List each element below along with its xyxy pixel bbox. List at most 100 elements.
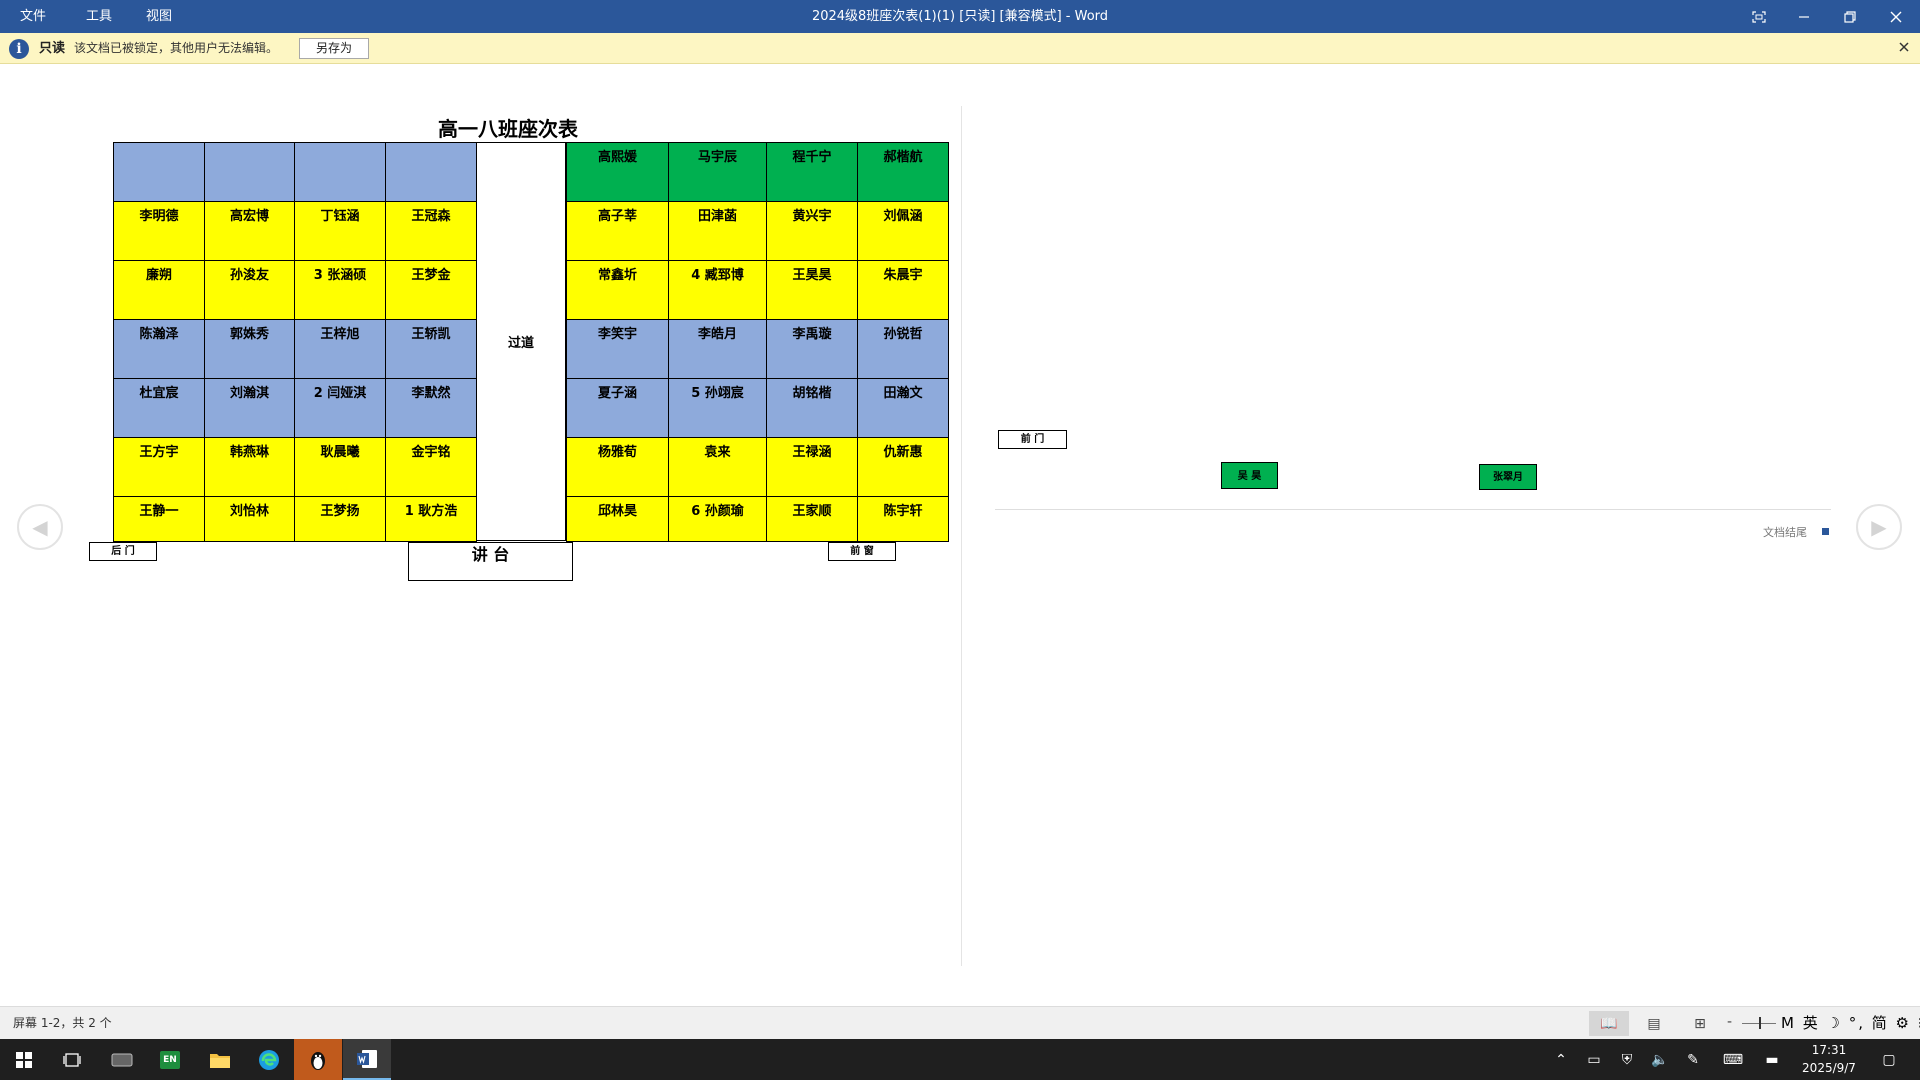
qq-button[interactable] [294, 1039, 342, 1080]
close-infobar-button[interactable] [1894, 33, 1914, 64]
fit-screen-icon [1752, 10, 1766, 23]
seat-cell: 刘怡林 [204, 496, 295, 542]
menu-tools[interactable]: 工具 [86, 0, 112, 33]
seat-cell: 1 耿方浩 [385, 496, 477, 542]
end-of-document-marker [1822, 528, 1829, 535]
ime-toolbar[interactable]: M 英 ☽ °, 简 ⚙ ⁝ [1781, 1007, 1920, 1040]
windows-icon [16, 1051, 32, 1068]
fit-screen-button[interactable] [1736, 0, 1782, 33]
seat-cell: 黄兴宇 [766, 201, 858, 261]
seat-cell: 王方宇 [113, 437, 205, 497]
web-layout-button[interactable]: ⊞ [1680, 1011, 1720, 1036]
read-mode-button[interactable]: 📖 [1589, 1011, 1629, 1036]
green-seat-label: 张翠月 [1479, 464, 1537, 490]
status-bar: 屏幕 1-2，共 2 个 📖 ▤ ⊞ - M 英 ☽ °, 简 ⚙ ⁝ [0, 1006, 1920, 1039]
book-icon: 📖 [1600, 1015, 1618, 1032]
seat-cell: 郝楷航 [857, 142, 949, 202]
speaker-icon: 🔈 [1651, 1051, 1669, 1068]
close-icon [1899, 42, 1909, 52]
word-icon [357, 1049, 377, 1068]
seat-cell: 王冠森 [385, 201, 477, 261]
seat-cell: 郭姝秀 [204, 319, 295, 379]
seat-cell: 王梓旭 [294, 319, 386, 379]
seat-cell: 6 孙颜瑜 [668, 496, 767, 542]
tray-icon[interactable]: ▬ [1757, 1039, 1787, 1080]
taskbar-app-button[interactable]: EN [146, 1039, 194, 1080]
edge-icon [259, 1049, 279, 1070]
front-window-label: 前 窗 [828, 542, 896, 561]
readonly-label: 只读 [39, 41, 66, 56]
seat-cell: 李皓月 [668, 319, 767, 379]
minimize-icon [1799, 15, 1809, 18]
seat-cell [294, 142, 386, 202]
tray-icon[interactable]: ⛨ [1612, 1039, 1642, 1080]
word-window: 文件 工具 视图 2024级8班座次表(1)(1) [只读] [兼容模式] - … [0, 0, 1920, 1080]
seat-cell: 杨雅荀 [566, 437, 669, 497]
close-button[interactable] [1873, 0, 1919, 33]
task-view-button[interactable] [48, 1039, 96, 1080]
seat-cell: 丁钰涵 [294, 201, 386, 261]
seat-cell: 袁来 [668, 437, 767, 497]
seat-cell: 王禄涵 [766, 437, 858, 497]
word-taskbar-button[interactable] [343, 1039, 391, 1080]
show-hidden-icons-button[interactable]: ⌃ [1546, 1039, 1576, 1080]
next-page-button[interactable]: ▶ [1856, 504, 1902, 550]
penguin-icon [311, 1051, 325, 1070]
page-count: 屏幕 1-2，共 2 个 [13, 1016, 112, 1030]
front-door-label: 前 门 [998, 430, 1067, 449]
chevron-left-icon: ◀ [32, 515, 48, 539]
info-icon: i [9, 39, 29, 59]
document-title: 高一八班座次表 [438, 117, 578, 141]
folder-icon [210, 1053, 230, 1068]
readonly-message: 该文档已被锁定，其他用户无法编辑。 [74, 41, 279, 55]
notification-icon: ▢ [1882, 1051, 1896, 1068]
notification-button[interactable]: ▢ [1874, 1039, 1904, 1080]
seat-cell: 高熙媛 [566, 142, 669, 202]
zoom-thumb[interactable] [1759, 1017, 1761, 1029]
minimize-button[interactable] [1781, 0, 1827, 33]
web-icon: ⊞ [1694, 1015, 1706, 1032]
seat-cell: 耿晨曦 [294, 437, 386, 497]
menu-view[interactable]: 视图 [146, 0, 172, 33]
seat-cell: 金宇铭 [385, 437, 477, 497]
seat-cell: 5 孙翊宸 [668, 378, 767, 438]
seat-cell: 李笑宇 [566, 319, 669, 379]
print-layout-button[interactable]: ▤ [1634, 1011, 1674, 1036]
chevron-up-icon: ⌃ [1555, 1051, 1567, 1068]
task-view-icon [63, 1052, 81, 1067]
keyboard-app-icon [111, 1053, 133, 1066]
seat-cell: 2 闫娅淇 [294, 378, 386, 438]
edge-browser-button[interactable] [245, 1039, 293, 1080]
podium-label: 讲 台 [408, 542, 573, 581]
clock-date: 2025/9/7 [1802, 1061, 1856, 1075]
chevron-right-icon: ▶ [1871, 515, 1887, 539]
seat-cell: 邱林昊 [566, 496, 669, 542]
clock[interactable]: 17:31 2025/9/7 [1798, 1041, 1860, 1077]
seat-cell: 王梦扬 [294, 496, 386, 542]
taskbar-app-button[interactable] [98, 1039, 146, 1080]
restore-button[interactable] [1827, 0, 1873, 33]
end-of-document-line [995, 509, 1831, 510]
menu-file[interactable]: 文件 [20, 0, 46, 33]
seat-cell: 李明德 [113, 201, 205, 261]
tray-icon[interactable]: ▭ [1579, 1039, 1609, 1080]
previous-page-button[interactable]: ◀ [17, 504, 63, 550]
touch-keyboard-button[interactable]: ⌨ [1718, 1039, 1748, 1080]
zoom-out-button[interactable]: - [1727, 1007, 1732, 1040]
seat-cell: 马宇辰 [668, 142, 767, 202]
clock-time: 17:31 [1811, 1043, 1847, 1057]
title-bar: 文件 工具 视图 2024级8班座次表(1)(1) [只读] [兼容模式] - … [0, 0, 1920, 33]
seat-cell: 高子莘 [566, 201, 669, 261]
save-as-button[interactable]: 另存为 [299, 38, 369, 59]
seat-cell [385, 142, 477, 202]
seat-cell: 孙浚友 [204, 260, 295, 320]
start-button[interactable] [0, 1039, 48, 1080]
seat-cell [113, 142, 205, 202]
page-icon: ▤ [1647, 1015, 1661, 1032]
restore-icon [1844, 10, 1856, 23]
volume-button[interactable]: 🔈 [1645, 1039, 1675, 1080]
keyboard-icon: ⌨ [1722, 1051, 1744, 1068]
pen-button[interactable]: ✎ [1678, 1039, 1708, 1080]
seat-cell: 王昊昊 [766, 260, 858, 320]
file-explorer-button[interactable] [196, 1039, 244, 1080]
